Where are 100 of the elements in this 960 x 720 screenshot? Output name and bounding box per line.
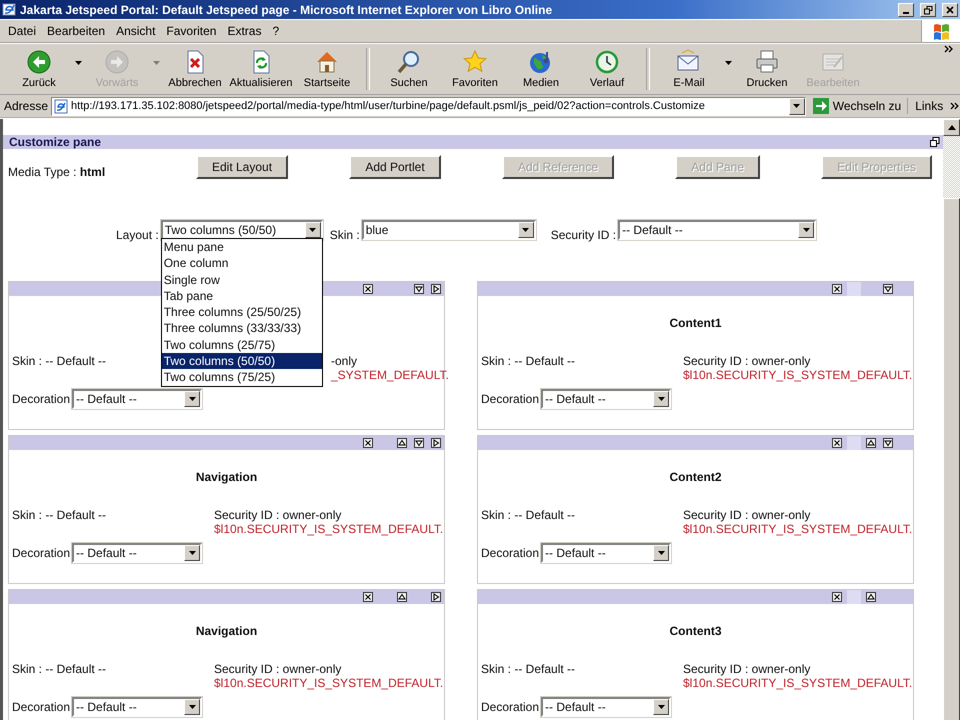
decoration-select[interactable]: -- Default --	[72, 543, 202, 563]
menu-item[interactable]: Bearbeiten	[43, 24, 112, 38]
menu-item[interactable]: Favoriten	[162, 24, 224, 38]
page-icon	[2, 2, 16, 17]
restore-icon[interactable]	[930, 137, 940, 147]
down-triangle-icon[interactable]	[414, 438, 424, 448]
dropdown-option[interactable]: Single row	[162, 272, 322, 288]
up-triangle-icon[interactable]	[866, 592, 876, 602]
decoration-label: Decoration	[481, 700, 540, 714]
menu-item[interactable]: Ansicht	[112, 24, 162, 38]
blank-square	[846, 590, 860, 604]
portlet-title: Content2	[668, 470, 722, 486]
caret-icon	[802, 227, 811, 233]
portlet-title: Navigation	[194, 624, 258, 640]
dropdown-option[interactable]: Two columns (50/50)	[162, 353, 322, 370]
toolbar-button[interactable]: Abbrechen	[162, 46, 228, 90]
toolbar-button[interactable]: Zurück	[6, 46, 72, 90]
close-icon[interactable]	[832, 438, 842, 448]
close-icon[interactable]	[832, 592, 842, 602]
close-button[interactable]	[942, 2, 958, 16]
scroll-up-button[interactable]	[943, 119, 960, 136]
minimize-button[interactable]	[898, 2, 914, 16]
address-label: Adresse	[4, 99, 48, 113]
blank-square	[846, 436, 860, 450]
caret-icon	[521, 227, 530, 233]
dropdown-option[interactable]: Three columns (25/50/25)	[162, 304, 322, 320]
dropdown-option[interactable]: Menu pane	[162, 239, 322, 256]
decoration-select[interactable]: -- Default --	[72, 697, 202, 717]
menu-item[interactable]: Extras	[223, 24, 268, 38]
restore-button[interactable]	[920, 2, 936, 16]
down-triangle-icon[interactable]	[882, 284, 892, 294]
dropdown-option[interactable]: Two columns (75/25)	[162, 369, 322, 386]
media-type-text: Media Type : html	[7, 165, 106, 179]
skin-select[interactable]: blue	[362, 220, 536, 240]
up-triangle-icon[interactable]	[866, 438, 876, 448]
toolbar-button[interactable]: Drucken	[734, 46, 800, 90]
printer-icon	[754, 48, 780, 74]
decoration-select[interactable]: -- Default --	[541, 697, 672, 717]
dropdown-option[interactable]: One column	[162, 255, 322, 272]
address-field[interactable]: http://193.171.35.102:8080/jetspeed2/portal/media-type/html/user/turbine/page/default.psml/js_peid/02?action=controls.Customize	[51, 96, 806, 116]
right-triangle-icon[interactable]	[430, 438, 440, 448]
page-icon	[54, 98, 68, 114]
decoration-label: Decoration	[481, 546, 540, 560]
caret-icon	[308, 227, 318, 233]
skin-text: Skin : -- Default --	[481, 662, 576, 676]
pane-title: Customize pane	[9, 135, 102, 149]
decoration-select[interactable]: -- Default --	[72, 389, 202, 409]
right-triangle-icon[interactable]	[430, 284, 440, 294]
chevron-icon[interactable]	[950, 102, 960, 110]
skin-text: Skin : -- Default --	[481, 354, 576, 368]
down-triangle-icon[interactable]	[414, 284, 424, 294]
dropdown-option[interactable]: Tab pane	[162, 288, 322, 304]
close-icon[interactable]	[832, 284, 842, 294]
restore-icon	[924, 6, 932, 14]
toolbar-button[interactable]: Verlauf	[574, 46, 640, 90]
toolbar-button[interactable]: Startseite	[294, 46, 360, 90]
toolbar-button[interactable]: Aktualisieren	[228, 46, 294, 90]
security-note: $l10n.SECURITY_IS_SYSTEM_DEFAULT.	[214, 522, 444, 536]
links-button[interactable]: Links	[911, 99, 948, 113]
pane-button[interactable]: Add Portlet	[349, 155, 441, 179]
security-text: -only	[331, 354, 358, 368]
dropdown-option[interactable]: Two columns (25/75)	[162, 336, 322, 354]
menu-item[interactable]: ?	[268, 24, 286, 38]
skin-text: Skin : -- Default --	[481, 508, 576, 522]
decoration-select[interactable]: -- Default --	[541, 543, 672, 563]
security-text: Security ID : owner-only	[214, 508, 342, 522]
decoration-label: Decoration	[12, 700, 70, 714]
caret-icon	[656, 704, 666, 710]
close-icon	[946, 6, 954, 14]
right-triangle-icon[interactable]	[430, 592, 440, 602]
caret-icon[interactable]	[792, 103, 802, 109]
close-icon[interactable]	[362, 592, 372, 602]
up-triangle-icon[interactable]	[396, 438, 406, 448]
skin-text: Skin : -- Default --	[12, 508, 106, 522]
chevron-icon[interactable]	[944, 45, 954, 53]
dropdown-option[interactable]: Three columns (33/33/33)	[162, 320, 322, 337]
caret-icon[interactable]	[724, 60, 732, 66]
pane-button[interactable]: Edit Layout	[196, 155, 288, 179]
toolbar-button[interactable]: Suchen	[376, 46, 442, 90]
toolbar-button[interactable]: Medien	[508, 46, 574, 90]
down-triangle-icon[interactable]	[882, 438, 892, 448]
security-note: _SYSTEM_DEFAULT.	[331, 368, 449, 382]
security-text: Security ID : owner-only	[683, 354, 812, 368]
scroll-thumb[interactable]	[943, 198, 960, 720]
security-text: Security ID : owner-only	[683, 662, 812, 676]
window-title: Jakarta Jetspeed Portal: Default Jetspeed page - Microsoft Internet Explorer von Libro Online	[20, 2, 554, 16]
close-icon[interactable]	[362, 284, 372, 294]
close-icon[interactable]	[362, 438, 372, 448]
caret-icon[interactable]	[74, 60, 82, 66]
security-note: $l10n.SECURITY_IS_SYSTEM_DEFAULT.	[683, 676, 912, 690]
caret-icon	[656, 550, 666, 556]
decoration-select[interactable]: -- Default --	[541, 389, 672, 409]
menu-item[interactable]: Datei	[4, 24, 44, 38]
security-select[interactable]: -- Default --	[618, 220, 816, 240]
caret-icon	[656, 396, 666, 402]
up-triangle-icon[interactable]	[396, 592, 406, 602]
toolbar-button[interactable]: Favoriten	[442, 46, 508, 90]
go-button[interactable]: Wechseln zu	[812, 98, 908, 114]
toolbar-button[interactable]: E-Mail	[656, 46, 722, 90]
portlet-title: Content1	[668, 316, 722, 332]
